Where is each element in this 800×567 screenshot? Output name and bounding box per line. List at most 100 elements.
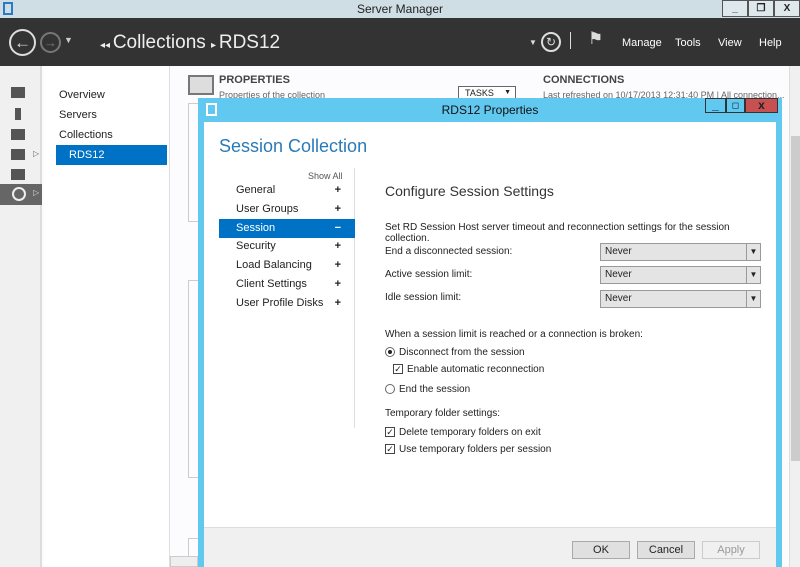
- check-reconnect[interactable]: ✓: [393, 364, 403, 374]
- expand-icon: +: [334, 296, 341, 309]
- dropdown-icon[interactable]: ▼: [529, 38, 537, 47]
- section-security[interactable]: Security +: [219, 237, 355, 256]
- show-all-link[interactable]: Show All: [308, 171, 343, 181]
- chevron-down-icon: ▼: [746, 291, 760, 307]
- idle-limit-select[interactable]: Never ▼: [600, 290, 761, 308]
- section-load-balancing[interactable]: Load Balancing +: [219, 256, 355, 275]
- panel-title: Configure Session Settings: [385, 183, 554, 199]
- remote-desktop-icon: [12, 187, 26, 201]
- limit-prompt: When a session limit is reached or a con…: [385, 329, 643, 340]
- menu-help[interactable]: Help: [759, 37, 782, 49]
- dialog-icon: [206, 103, 217, 116]
- local-server-icon[interactable]: [15, 108, 21, 120]
- icon-rail: ▷ ▷: [0, 66, 42, 567]
- scrollbar-thumb[interactable]: [791, 136, 800, 461]
- section-user-profile-disks[interactable]: User Profile Disks +: [219, 294, 355, 313]
- check-reconnect-label[interactable]: Enable automatic reconnection: [407, 364, 544, 375]
- expand-icon[interactable]: ▷: [33, 149, 39, 158]
- expand-icon: +: [334, 278, 341, 290]
- section-label: General: [236, 184, 276, 196]
- section-label: Client Settings: [236, 278, 307, 290]
- radio-disconnect-label[interactable]: Disconnect from the session: [399, 347, 525, 358]
- idle-limit-label: Idle session limit:: [385, 292, 462, 303]
- sidebar-item-servers[interactable]: Servers: [59, 109, 97, 121]
- section-label: Session: [236, 221, 276, 234]
- restore-button[interactable]: ❐: [748, 0, 774, 17]
- properties-title: PROPERTIES: [219, 74, 290, 86]
- sidebar-item-rds12[interactable]: RDS12: [56, 145, 167, 165]
- breadcrumb: ◂◂ Collections ▸ RDS12: [100, 32, 280, 54]
- chevron-down-icon: ▼: [746, 267, 760, 283]
- expand-icon: +: [334, 259, 341, 272]
- active-limit-select[interactable]: Never ▼: [600, 266, 761, 284]
- select-value: Never: [605, 246, 632, 257]
- chevron-down-icon: ▼: [746, 244, 760, 260]
- breadcrumb-back-icon: ◂◂: [100, 40, 113, 51]
- expand-icon: +: [334, 240, 341, 253]
- check-delete-temp-label[interactable]: Delete temporary folders on exit: [399, 427, 541, 438]
- dialog-close-button[interactable]: x: [745, 98, 778, 113]
- ok-button[interactable]: OK: [572, 541, 630, 559]
- section-label: Security: [236, 240, 276, 253]
- dialog-footer: OK Cancel Apply: [204, 527, 776, 567]
- menu-view[interactable]: View: [718, 37, 742, 49]
- breadcrumb-current: RDS12: [218, 32, 281, 53]
- history-dropdown-icon[interactable]: ▼: [64, 35, 73, 45]
- end-disconnected-select[interactable]: Never ▼: [600, 243, 761, 261]
- window-title-bar: Server Manager _ ❐ X: [0, 0, 800, 18]
- dialog-minimize-button[interactable]: _: [705, 98, 726, 113]
- select-value: Never: [605, 269, 632, 280]
- sidebar-item-collections[interactable]: Collections: [59, 129, 113, 141]
- select-value: Never: [605, 293, 632, 304]
- expand-icon: +: [334, 202, 341, 215]
- check-per-session-label[interactable]: Use temporary folders per session: [399, 444, 551, 455]
- minimize-button[interactable]: _: [722, 0, 748, 17]
- dialog-maximize-button[interactable]: ◻: [726, 98, 745, 113]
- window-title: Server Manager: [356, 2, 444, 16]
- apply-button[interactable]: Apply: [702, 541, 760, 559]
- radio-end-session[interactable]: [385, 384, 395, 394]
- divider: [570, 32, 571, 49]
- horizontal-scrollbar[interactable]: [170, 556, 198, 567]
- iis-icon[interactable]: [11, 169, 25, 180]
- section-session[interactable]: Session −: [219, 218, 355, 238]
- section-label: User Groups: [236, 202, 299, 215]
- check-per-session[interactable]: ✓: [385, 444, 395, 454]
- flag-icon[interactable]: ⚑: [588, 29, 603, 49]
- collapse-icon: −: [334, 221, 341, 234]
- dialog-heading: Session Collection: [219, 136, 368, 156]
- dialog-title: RDS12 Properties: [441, 103, 539, 117]
- check-delete-temp[interactable]: ✓: [385, 427, 395, 437]
- all-servers-icon[interactable]: [11, 129, 25, 140]
- breadcrumb-collections[interactable]: Collections: [113, 32, 206, 53]
- dashboard-icon[interactable]: [11, 87, 25, 98]
- expand-icon: +: [334, 184, 341, 196]
- section-client-settings[interactable]: Client Settings +: [219, 275, 355, 294]
- radio-disconnect[interactable]: [385, 347, 395, 357]
- app-icon: [3, 2, 13, 15]
- section-label: Load Balancing: [236, 259, 312, 272]
- active-limit-label: Active session limit:: [385, 269, 473, 280]
- tasks-label: TASKS: [465, 88, 494, 98]
- section-user-groups[interactable]: User Groups +: [219, 200, 355, 219]
- menu-tools[interactable]: Tools: [675, 37, 701, 49]
- file-storage-icon[interactable]: [11, 149, 25, 160]
- properties-dialog: RDS12 Properties _ ◻ x Session Collectio…: [198, 98, 782, 567]
- menu-manage[interactable]: Manage: [622, 37, 662, 49]
- sidebar-item-overview[interactable]: Overview: [59, 89, 105, 101]
- temp-folder-title: Temporary folder settings:: [385, 408, 501, 419]
- remote-desktop-services-item[interactable]: ▷: [0, 184, 42, 205]
- connections-title: CONNECTIONS: [543, 74, 625, 86]
- sidebar: Overview Servers Collections RDS12: [44, 66, 170, 567]
- forward-arrow-icon[interactable]: →: [40, 32, 61, 53]
- vertical-scrollbar[interactable]: [789, 66, 800, 567]
- section-general[interactable]: General +: [219, 181, 355, 200]
- cancel-button[interactable]: Cancel: [637, 541, 695, 559]
- close-button[interactable]: X: [774, 0, 800, 17]
- dialog-title-bar: RDS12 Properties _ ◻ x: [198, 98, 782, 122]
- radio-end-session-label[interactable]: End the session: [399, 384, 470, 395]
- refresh-icon[interactable]: ↻: [541, 32, 561, 52]
- dialog-body: Session Collection Show All General + User…: [204, 122, 776, 567]
- back-arrow-icon[interactable]: ←: [9, 29, 36, 56]
- description-text: Set RD Session Host server timeout and r…: [385, 222, 730, 244]
